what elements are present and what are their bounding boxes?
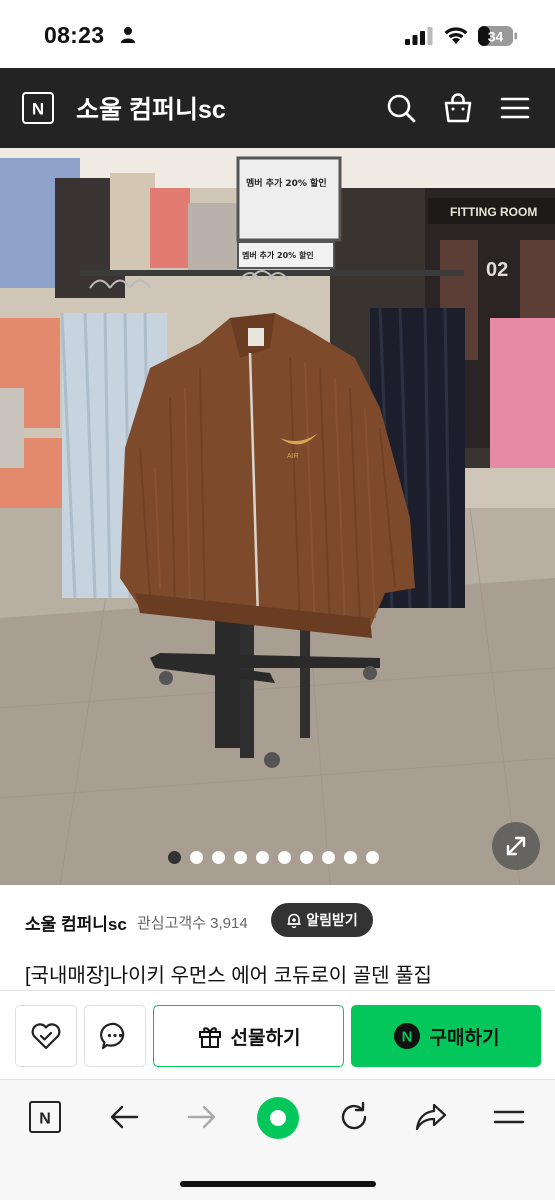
gallery-dot[interactable] xyxy=(168,851,181,864)
logo-letter: N xyxy=(32,100,44,119)
search-icon[interactable] xyxy=(384,91,418,125)
browser-logo-letter: N xyxy=(39,1111,51,1128)
follower-count: 관심고객수 3,914 xyxy=(137,915,248,932)
battery-icon: 34 xyxy=(478,26,517,46)
back-arrow-icon[interactable] xyxy=(107,1100,141,1134)
share-icon[interactable] xyxy=(414,1100,448,1134)
gallery-pagination xyxy=(168,851,379,865)
gift-button[interactable]: 선물하기 xyxy=(153,1005,344,1067)
expand-icon xyxy=(506,836,526,856)
store-photo: FITTING ROOM 02 멤버 추가 20% 할인 멤버 추가 20% 할… xyxy=(0,148,555,885)
status-time: 08:23 xyxy=(44,22,105,48)
member-discount-sign-2: 멤버 추가 20% 할인 xyxy=(242,250,314,260)
expand-image-button[interactable] xyxy=(492,822,540,870)
forward-arrow-icon[interactable] xyxy=(185,1100,219,1134)
store-header: N 소울 컴퍼니sc xyxy=(0,68,555,148)
person-icon xyxy=(121,27,135,43)
store-title[interactable]: 소울 컴퍼니sc xyxy=(76,90,226,126)
svg-text:AIR: AIR xyxy=(287,453,299,460)
gallery-dot[interactable] xyxy=(366,851,379,864)
naver-pay-icon: N xyxy=(393,1023,420,1049)
product-image[interactable]: FITTING ROOM 02 멤버 추가 20% 할인 멤버 추가 20% 할… xyxy=(0,148,555,885)
seller-name[interactable]: 소울 컴퍼니sc xyxy=(25,910,127,935)
heart-icon xyxy=(31,1023,61,1050)
buy-button[interactable]: N 구매하기 xyxy=(351,1005,541,1067)
gallery-dot[interactable] xyxy=(190,851,203,864)
status-bar: 08:23 34 xyxy=(0,0,555,68)
gallery-dot[interactable] xyxy=(344,851,357,864)
battery-level: 34 xyxy=(488,29,504,45)
naver-logo-icon[interactable]: N xyxy=(22,92,54,124)
menu-icon[interactable] xyxy=(498,91,532,125)
buy-badge-letter: N xyxy=(401,1029,412,1046)
seller-info: 소울 컴퍼니sc 관심고객수 3,914 알림받기 xyxy=(25,903,535,939)
wishlist-button[interactable] xyxy=(15,1005,77,1067)
notification-button[interactable]: 알림받기 xyxy=(271,903,373,937)
buy-label: 구매하기 xyxy=(429,1027,500,1049)
gallery-dot[interactable] xyxy=(322,851,335,864)
svg-text:02: 02 xyxy=(486,259,508,281)
menu-lines-icon[interactable] xyxy=(492,1100,526,1134)
signal-icon xyxy=(405,27,433,45)
gallery-dot[interactable] xyxy=(212,851,225,864)
bell-plus-icon xyxy=(287,913,302,928)
naver-home-icon[interactable]: N xyxy=(28,1100,62,1134)
product-title: [국내매장]나이키 우먼스 에어 코듀로이 골덴 풀집 xyxy=(25,965,432,987)
gallery-dot[interactable] xyxy=(256,851,269,864)
notification-label: 알림받기 xyxy=(306,912,358,928)
gift-icon xyxy=(198,1027,221,1048)
gallery-dot[interactable] xyxy=(300,851,313,864)
home-indicator xyxy=(180,1181,376,1187)
wifi-icon xyxy=(444,27,468,44)
chat-bubble-icon xyxy=(100,1022,125,1050)
member-discount-sign: 멤버 추가 20% 할인 xyxy=(246,177,327,189)
chat-button[interactable] xyxy=(84,1005,146,1067)
purchase-action-bar: 선물하기 N 구매하기 xyxy=(0,990,555,1078)
fitting-room-sign: FITTING ROOM xyxy=(450,205,537,219)
green-dot-icon[interactable] xyxy=(256,1096,300,1140)
gift-label: 선물하기 xyxy=(230,1027,301,1049)
cart-icon[interactable] xyxy=(441,91,475,125)
refresh-icon[interactable] xyxy=(337,1100,371,1134)
gallery-dot[interactable] xyxy=(278,851,291,864)
gallery-dot[interactable] xyxy=(234,851,247,864)
